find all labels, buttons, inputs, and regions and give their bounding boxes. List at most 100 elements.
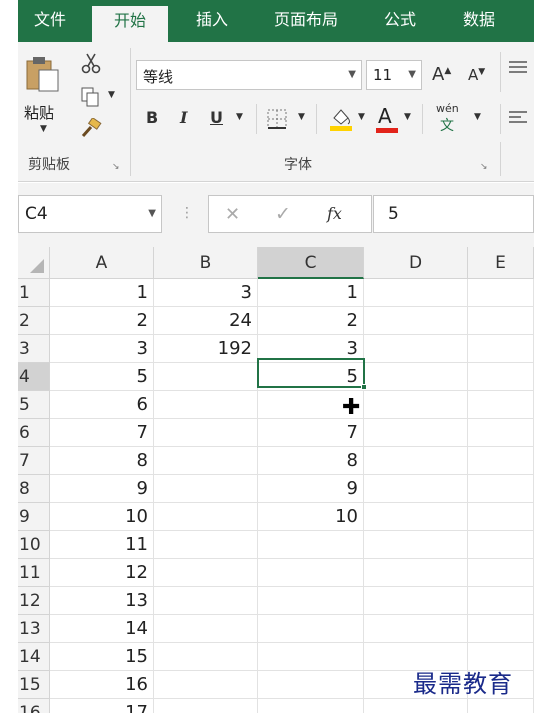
cell-d5[interactable] <box>364 391 468 419</box>
cell-b4[interactable] <box>154 363 258 391</box>
insert-function-icon[interactable]: fx <box>327 204 342 223</box>
cell-a4[interactable]: 5 <box>50 363 154 391</box>
cell-d11[interactable] <box>364 559 468 587</box>
cell-e9[interactable] <box>468 503 534 531</box>
cell-c6[interactable]: 7 <box>258 419 364 447</box>
row-header[interactable]: 5 <box>18 391 50 419</box>
row-header[interactable]: 10 <box>18 531 50 559</box>
cell-d7[interactable] <box>364 447 468 475</box>
bold-button[interactable]: B <box>146 108 158 127</box>
cell-a10[interactable]: 11 <box>50 531 154 559</box>
cell-b5[interactable] <box>154 391 258 419</box>
cell-c8[interactable]: 9 <box>258 475 364 503</box>
font-size-box[interactable]: 11 ▼ <box>366 60 422 90</box>
cell-b16[interactable] <box>154 699 258 713</box>
phonetic-guide-button[interactable]: wén 文 <box>436 102 459 135</box>
cell-d4[interactable] <box>364 363 468 391</box>
cell-e8[interactable] <box>468 475 534 503</box>
row-header[interactable]: 2 <box>18 307 50 335</box>
grow-font-button[interactable]: A▲ <box>432 64 451 85</box>
tab-page-layout[interactable]: 页面布局 <box>256 0 356 42</box>
row-header[interactable]: 4 <box>18 363 50 391</box>
cell-c14[interactable] <box>258 643 364 671</box>
cell-d8[interactable] <box>364 475 468 503</box>
cell-b7[interactable] <box>154 447 258 475</box>
cell-d3[interactable] <box>364 335 468 363</box>
cell-d1[interactable] <box>364 279 468 307</box>
cell-a11[interactable]: 12 <box>50 559 154 587</box>
cell-b14[interactable] <box>154 643 258 671</box>
row-header[interactable]: 12 <box>18 587 50 615</box>
cell-c15[interactable] <box>258 671 364 699</box>
column-header-e[interactable]: E <box>468 247 534 279</box>
cell-a3[interactable]: 3 <box>50 335 154 363</box>
cell-c11[interactable] <box>258 559 364 587</box>
tab-formulas[interactable]: 公式 <box>366 0 434 42</box>
column-header-a[interactable]: A <box>50 247 154 279</box>
cell-b11[interactable] <box>154 559 258 587</box>
cell-c9[interactable]: 10 <box>258 503 364 531</box>
cell-b3[interactable]: 192 <box>154 335 258 363</box>
font-name-box[interactable]: 等线 ▼ <box>136 60 362 90</box>
cell-a1[interactable]: 1 <box>50 279 154 307</box>
cell-a13[interactable]: 14 <box>50 615 154 643</box>
cell-e7[interactable] <box>468 447 534 475</box>
copy-dropdown-icon[interactable]: ▼ <box>108 90 115 100</box>
cell-a5[interactable]: 6 <box>50 391 154 419</box>
cell-e12[interactable] <box>468 587 534 615</box>
cut-icon[interactable] <box>80 52 102 74</box>
font-name-dropdown-icon[interactable]: ▼ <box>348 69 356 80</box>
phonetic-dropdown-icon[interactable]: ▼ <box>474 112 481 122</box>
select-all-corner[interactable] <box>18 247 50 279</box>
row-header[interactable]: 1 <box>18 279 50 307</box>
column-header-d[interactable]: D <box>364 247 468 279</box>
fill-handle[interactable] <box>361 384 367 390</box>
cell-e3[interactable] <box>468 335 534 363</box>
cell-a9[interactable]: 10 <box>50 503 154 531</box>
row-header[interactable]: 16 <box>18 699 50 713</box>
row-header[interactable]: 6 <box>18 419 50 447</box>
cell-e16[interactable] <box>468 699 534 713</box>
formula-input[interactable]: 5 <box>373 195 534 233</box>
row-header[interactable]: 11 <box>18 559 50 587</box>
tab-file[interactable]: 文件 <box>18 0 82 42</box>
cell-b10[interactable] <box>154 531 258 559</box>
row-header[interactable]: 8 <box>18 475 50 503</box>
cell-c16[interactable] <box>258 699 364 713</box>
cell-b15[interactable] <box>154 671 258 699</box>
row-header[interactable]: 7 <box>18 447 50 475</box>
cell-c2[interactable]: 2 <box>258 307 364 335</box>
cell-e5[interactable] <box>468 391 534 419</box>
cell-a6[interactable]: 7 <box>50 419 154 447</box>
row-header[interactable]: 15 <box>18 671 50 699</box>
cell-d12[interactable] <box>364 587 468 615</box>
cell-b12[interactable] <box>154 587 258 615</box>
cell-a15[interactable]: 16 <box>50 671 154 699</box>
name-box[interactable]: C4 ▼ <box>18 195 162 233</box>
font-size-dropdown-icon[interactable]: ▼ <box>408 69 416 80</box>
cell-a12[interactable]: 13 <box>50 587 154 615</box>
column-header-b[interactable]: B <box>154 247 258 279</box>
row-header[interactable]: 13 <box>18 615 50 643</box>
cell-a8[interactable]: 9 <box>50 475 154 503</box>
tab-insert[interactable]: 插入 <box>178 0 246 42</box>
cancel-icon[interactable]: ✕ <box>225 204 240 225</box>
cell-d2[interactable] <box>364 307 468 335</box>
cell-e6[interactable] <box>468 419 534 447</box>
cell-c10[interactable] <box>258 531 364 559</box>
cell-e10[interactable] <box>468 531 534 559</box>
enter-icon[interactable]: ✓ <box>275 203 291 225</box>
cell-a14[interactable]: 15 <box>50 643 154 671</box>
cell-d6[interactable] <box>364 419 468 447</box>
cell-d9[interactable] <box>364 503 468 531</box>
tab-home[interactable]: 开始 <box>92 6 168 42</box>
tab-data[interactable]: 数据 <box>444 0 514 42</box>
cell-e11[interactable] <box>468 559 534 587</box>
underline-dropdown-icon[interactable]: ▼ <box>236 112 243 122</box>
cell-a7[interactable]: 8 <box>50 447 154 475</box>
shrink-font-button[interactable]: A▼ <box>468 66 485 84</box>
align-top-icon[interactable] <box>508 60 528 76</box>
paste-dropdown-icon[interactable]: ▼ <box>40 124 47 134</box>
name-box-dropdown-icon[interactable]: ▼ <box>148 208 156 219</box>
cell-a2[interactable]: 2 <box>50 307 154 335</box>
